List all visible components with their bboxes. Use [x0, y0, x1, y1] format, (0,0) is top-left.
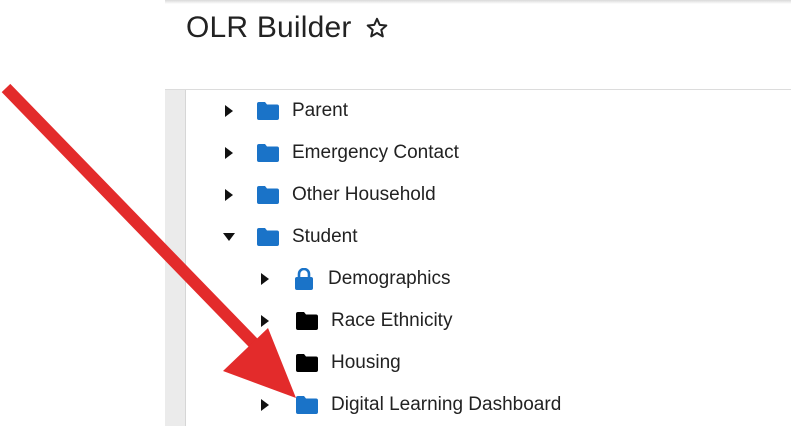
folder-icon	[257, 102, 279, 120]
tree-item-digital-learning-dashboard[interactable]: Digital Learning Dashboard	[259, 384, 561, 426]
tree-item-label: Student	[292, 226, 358, 247]
expand-caret-icon[interactable]	[259, 273, 271, 285]
favorite-star-icon[interactable]	[364, 15, 390, 41]
tree-item-label: Parent	[292, 100, 348, 121]
tree-item-label: Digital Learning Dashboard	[331, 394, 562, 415]
lock-icon	[295, 268, 313, 290]
expand-caret-icon[interactable]	[259, 315, 271, 327]
tree-item-label: Other Household	[292, 184, 436, 205]
folder-icon	[257, 228, 279, 246]
tree-item-emergency-contact[interactable]: Emergency Contact	[223, 132, 459, 174]
tree-item-label: Demographics	[328, 268, 451, 289]
folder-icon	[257, 144, 279, 162]
folder-icon	[257, 186, 279, 204]
tree-item-race-ethnicity[interactable]: Race Ethnicity	[259, 300, 452, 342]
tree-item-label: Emergency Contact	[292, 142, 459, 163]
page-title: OLR Builder	[186, 11, 352, 44]
collapse-caret-icon[interactable]	[223, 231, 235, 243]
expand-caret-icon[interactable]	[223, 147, 235, 159]
tree-panel: Parent Emergency Contact Other Household…	[165, 89, 791, 426]
folder-icon	[296, 312, 318, 330]
tree-item-other-household[interactable]: Other Household	[223, 174, 436, 216]
expand-caret-icon[interactable]	[259, 357, 271, 369]
tree-item-housing[interactable]: Housing	[259, 342, 401, 384]
tree-item-demographics[interactable]: Demographics	[259, 258, 451, 300]
page-header: OLR Builder	[186, 8, 390, 48]
folder-icon	[296, 396, 318, 414]
tree-item-label: Race Ethnicity	[331, 310, 453, 331]
tree-item-parent[interactable]: Parent	[223, 90, 348, 132]
tree-item-label: Housing	[331, 352, 401, 373]
expand-caret-icon[interactable]	[259, 399, 271, 411]
panel-gutter	[165, 90, 186, 426]
expand-caret-icon[interactable]	[223, 189, 235, 201]
tree-item-student[interactable]: Student	[223, 216, 358, 258]
top-shadow	[165, 0, 791, 4]
expand-caret-icon[interactable]	[223, 105, 235, 117]
folder-icon	[296, 354, 318, 372]
